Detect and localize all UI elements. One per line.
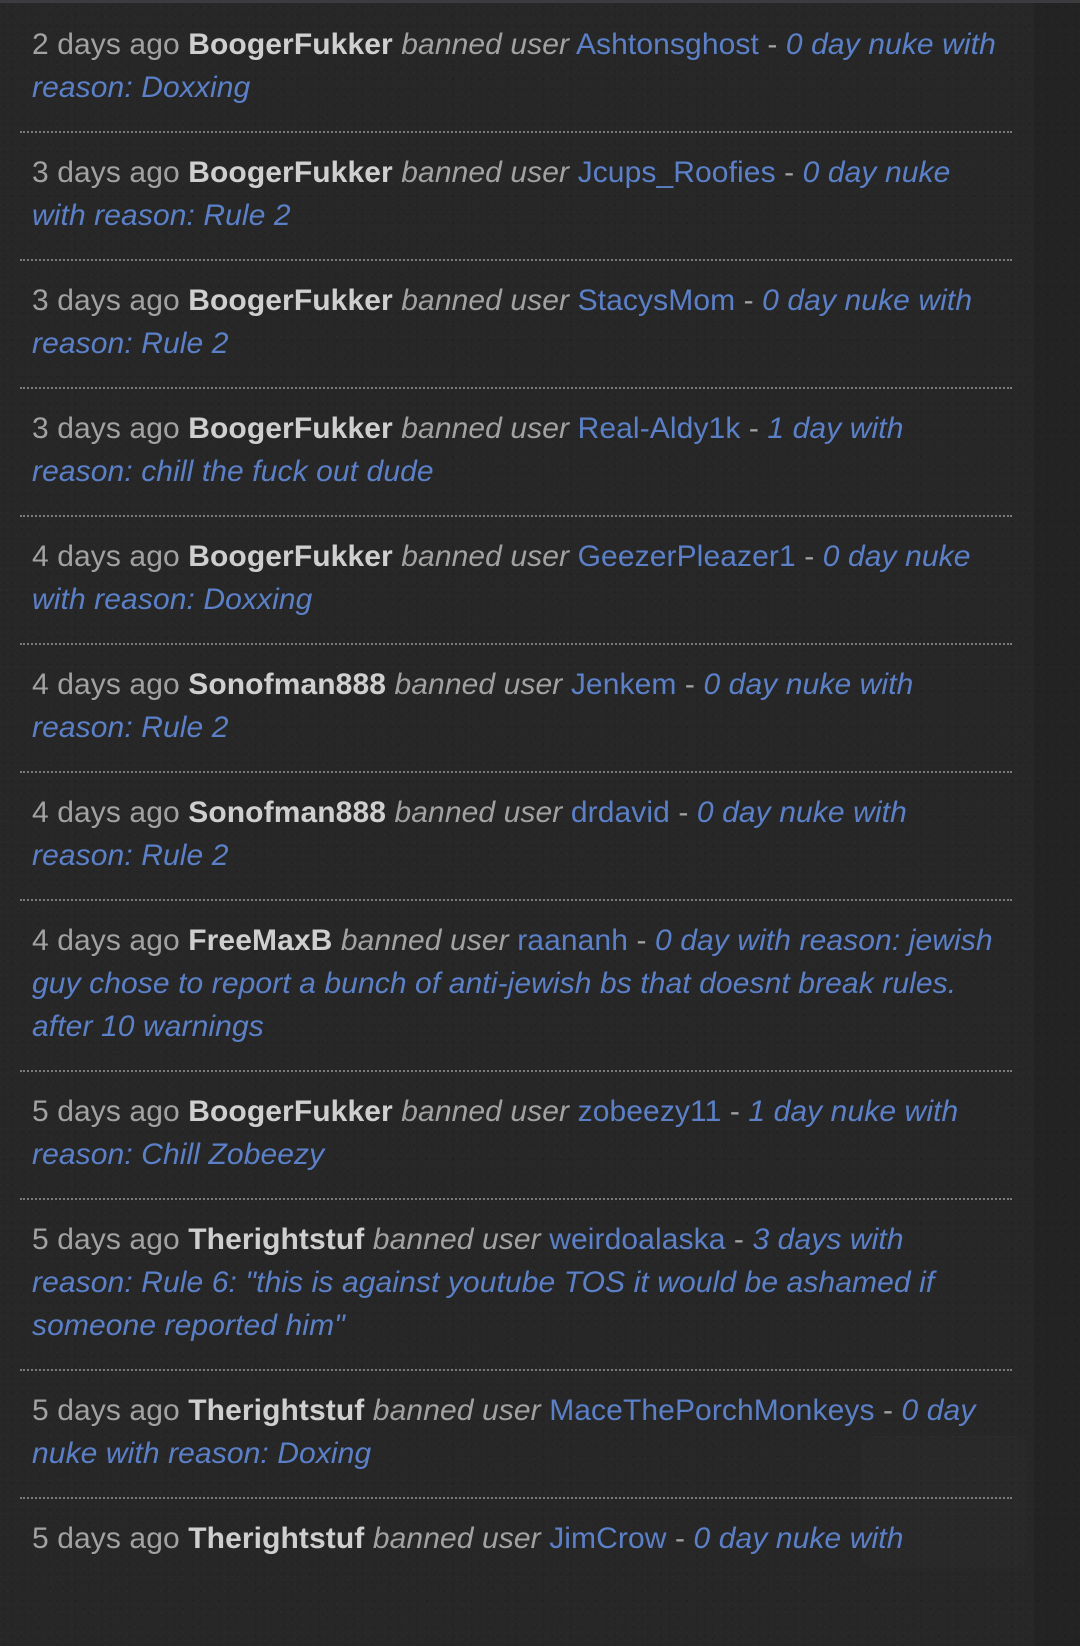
log-entry[interactable]: 3 days ago BoogerFukker banned user Stac… [0,259,1080,387]
log-entry-moderator[interactable]: BoogerFukker [188,540,393,573]
log-entry-text: 2 days ago BoogerFukker banned user Asht… [32,23,1010,109]
log-entry-text: 4 days ago Sonofman888 banned user drdav… [32,791,1010,877]
log-entry-timestamp: 5 days ago [32,1223,180,1256]
log-entry-action: banned user [401,412,570,445]
log-entry-action: banned user [401,28,570,61]
log-entry-target-user[interactable]: GeezerPleazer1 [578,540,796,573]
log-entry-timestamp: 5 days ago [32,1394,180,1427]
log-entry-target-user[interactable]: Ashtonsghost [576,28,759,61]
log-entry-moderator[interactable]: BoogerFukker [188,1095,393,1128]
log-entry-separator: - [636,924,647,957]
log-entry-moderator[interactable]: FreeMaxB [188,924,332,957]
log-entry-action: banned user [401,540,570,573]
log-entry-text: 4 days ago Sonofman888 banned user Jenke… [32,663,1010,749]
log-entry[interactable]: 3 days ago BoogerFukker banned user Jcup… [0,131,1080,259]
log-entry-text: 5 days ago Therightstuf banned user Mace… [32,1389,1010,1475]
log-entry-target-user[interactable]: zobeezy11 [578,1095,722,1128]
log-entry-moderator[interactable]: Therightstuf [188,1394,364,1427]
log-entry-timestamp: 4 days ago [32,668,180,701]
log-entry-target-user[interactable]: Jenkem [571,668,677,701]
log-entry[interactable]: 5 days ago Therightstuf banned user weir… [0,1198,1080,1369]
log-entry-action: banned user [372,1394,541,1427]
log-entry-timestamp: 3 days ago [32,284,180,317]
log-entry-timestamp: 3 days ago [32,156,180,189]
log-entry-moderator[interactable]: BoogerFukker [188,28,393,61]
log-entry-timestamp: 4 days ago [32,924,180,957]
log-entry-text: 5 days ago Therightstuf banned user weir… [32,1218,1010,1347]
log-entry[interactable]: 4 days ago Sonofman888 banned user Jenke… [0,643,1080,771]
log-entry-moderator[interactable]: BoogerFukker [188,412,393,445]
log-entry[interactable]: 4 days ago FreeMaxB banned user raananh … [0,899,1080,1070]
log-entry-target-user[interactable]: StacysMom [578,284,736,317]
log-entry-text: 3 days ago BoogerFukker banned user Stac… [32,279,1010,365]
log-entry-separator: - [684,668,696,701]
log-entry-separator: - [767,28,778,61]
moderation-log-screen: 2 days ago BoogerFukker banned user Asht… [0,0,1080,1646]
log-entry-timestamp: 3 days ago [32,412,180,445]
log-entry-action: banned user [340,924,509,957]
log-entry-action: banned user [372,1223,541,1256]
log-entry-text: 3 days ago BoogerFukker banned user Jcup… [32,151,1010,237]
log-entry-timestamp: 5 days ago [32,1095,180,1128]
log-entry-timestamp: 2 days ago [32,28,180,61]
log-entry-target-user[interactable]: weirdoalaska [549,1223,725,1256]
top-status-strip [0,0,1080,3]
log-entry[interactable]: 3 days ago BoogerFukker banned user Real… [0,387,1080,515]
log-entry-details: 0 day nuke with [693,1522,904,1555]
log-entry[interactable]: 2 days ago BoogerFukker banned user Asht… [0,3,1080,131]
moderation-log-list[interactable]: 2 days ago BoogerFukker banned user Asht… [0,0,1080,1560]
log-entry-timestamp: 4 days ago [32,796,180,829]
log-entry[interactable]: 5 days ago Therightstuf banned user Mace… [0,1369,1080,1497]
log-entry[interactable]: 4 days ago Sonofman888 banned user drdav… [0,771,1080,899]
log-entry-target-user[interactable]: JimCrow [549,1522,666,1555]
log-entry-moderator[interactable]: Sonofman888 [188,796,386,829]
log-entry-separator: - [743,284,754,317]
log-entry-target-user[interactable]: Real-Aldy1k [578,412,741,445]
log-entry-action: banned user [401,156,570,189]
log-entry-separator: - [784,156,795,189]
log-entry-action: banned user [394,668,563,701]
log-entry-target-user[interactable]: drdavid [571,796,670,829]
log-entry-separator: - [733,1223,745,1256]
log-entry[interactable]: 4 days ago BoogerFukker banned user Geez… [0,515,1080,643]
log-entry-action: banned user [372,1522,541,1555]
log-entry-timestamp: 4 days ago [32,540,180,573]
log-entry-separator: - [729,1095,740,1128]
log-entry-text: 3 days ago BoogerFukker banned user Real… [32,407,1010,493]
log-entry[interactable]: 5 days ago Therightstuf banned user JimC… [0,1497,1080,1560]
log-entry-target-user[interactable]: MaceThePorchMonkeys [549,1394,874,1427]
log-entry-text: 4 days ago FreeMaxB banned user raananh … [32,919,1010,1048]
log-entry-separator: - [675,1522,686,1555]
log-entry-separator: - [678,796,689,829]
log-entry-text: 5 days ago Therightstuf banned user JimC… [32,1517,1010,1560]
log-entry-separator: - [804,540,815,573]
log-entry-action: banned user [401,1095,570,1128]
log-entry-moderator[interactable]: BoogerFukker [188,156,393,189]
log-entry-timestamp: 5 days ago [32,1522,180,1555]
log-entry-separator: - [883,1394,894,1427]
log-entry-text: 5 days ago BoogerFukker banned user zobe… [32,1090,1010,1176]
log-entry-separator: - [748,412,759,445]
log-entry-target-user[interactable]: Jcups_Roofies [578,156,776,189]
log-entry-action: banned user [394,796,563,829]
log-entry-moderator[interactable]: Sonofman888 [188,668,386,701]
log-entry-moderator[interactable]: Therightstuf [188,1223,364,1256]
log-entry-moderator[interactable]: Therightstuf [188,1522,364,1555]
log-entry-target-user[interactable]: raananh [517,924,628,957]
log-entry-moderator[interactable]: BoogerFukker [188,284,393,317]
log-entry-text: 4 days ago BoogerFukker banned user Geez… [32,535,1010,621]
log-entry[interactable]: 5 days ago BoogerFukker banned user zobe… [0,1070,1080,1198]
log-entry-action: banned user [401,284,570,317]
